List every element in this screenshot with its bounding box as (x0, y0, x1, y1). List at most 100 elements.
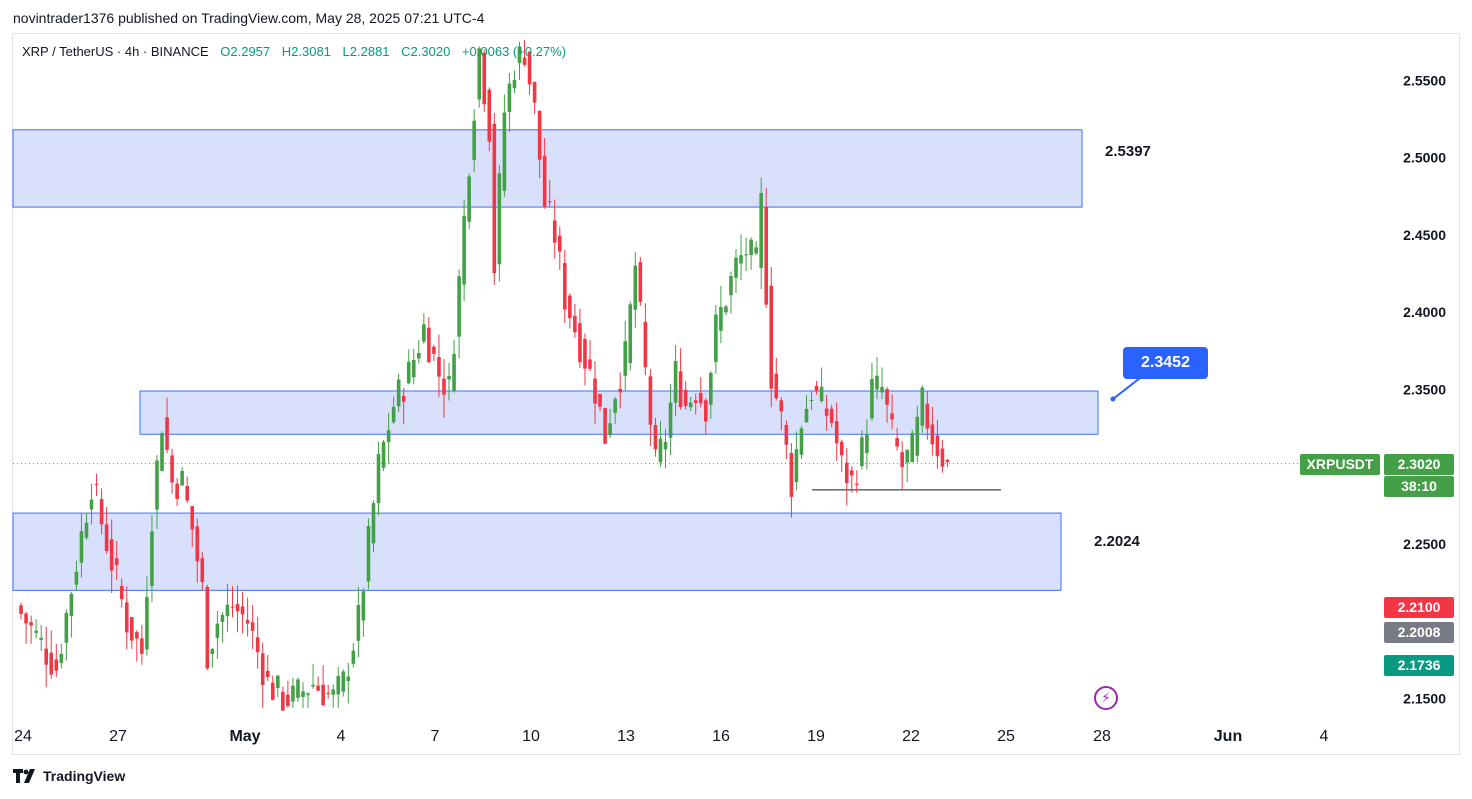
candle-body (703, 400, 708, 422)
candle-body (804, 408, 809, 423)
symbol-legend: XRP / TetherUS · 4h · BINANCE O2.2957 H2… (22, 44, 566, 59)
support-zone (12, 512, 1062, 591)
candle-body (578, 323, 582, 363)
candle-body (270, 682, 275, 700)
candle-body (552, 220, 557, 243)
candle-body (890, 413, 894, 420)
candle-body (698, 393, 703, 404)
candle-body (316, 685, 320, 691)
candle-body (809, 399, 814, 401)
candle-body (109, 539, 114, 571)
y-tick-label: 2.1500 (1403, 691, 1446, 707)
candle-body (472, 120, 476, 160)
candle-body (829, 408, 834, 424)
candle-body (678, 371, 683, 408)
candle-body (633, 265, 638, 310)
candle-body (432, 346, 436, 354)
candle-body (230, 606, 235, 608)
candle-body (104, 524, 109, 551)
y-tick-label: 2.4000 (1403, 304, 1446, 320)
candle-body (74, 571, 79, 585)
candle-body (915, 416, 920, 456)
x-tick-label: 7 (431, 728, 440, 745)
candle-body (145, 597, 149, 650)
candle-body (371, 503, 376, 544)
candle-body (824, 408, 829, 416)
x-tick-label: 4 (1320, 728, 1329, 745)
x-tick-label: 22 (902, 728, 920, 745)
candle-body (29, 622, 33, 626)
candle-body (155, 460, 159, 510)
candle-body (411, 359, 416, 378)
candle-body (834, 421, 839, 444)
candle-body (532, 82, 537, 103)
candle-body (39, 637, 43, 640)
candle-body (850, 470, 854, 476)
candle-body (396, 379, 401, 407)
candle-body (44, 648, 49, 665)
y-tick-label: 2.2500 (1403, 536, 1446, 552)
candle-body (54, 659, 59, 671)
candle-body (160, 433, 164, 472)
candle-body (502, 112, 507, 191)
candle-body (819, 386, 824, 402)
candle-body (99, 498, 104, 525)
candle-body (336, 675, 341, 695)
candle-body (719, 307, 723, 331)
candle-body (180, 470, 184, 486)
flash-icon[interactable]: ⚡ (1094, 686, 1118, 710)
candle-body (386, 430, 391, 443)
level-label-bottom: 2.2024 (1094, 533, 1140, 550)
candle-body (920, 387, 925, 426)
candle-body (593, 378, 597, 404)
candle-body (573, 315, 577, 333)
candle-body (658, 438, 663, 463)
candle-body (351, 650, 356, 664)
candle-body (764, 206, 769, 305)
candle-body (598, 394, 602, 407)
axis-tag-gray: 2.2008 (1384, 622, 1454, 643)
candle-body (119, 585, 124, 600)
x-tick-label: 19 (807, 728, 825, 745)
candlestick-chart[interactable]: 2.5500 2.5000 2.4500 2.4000 2.3500 2.2500 2.15… (0, 0, 1472, 799)
candle-body (170, 455, 174, 483)
candle-body (265, 670, 270, 677)
high-value: H2.3081 (281, 44, 331, 59)
candle-body (114, 558, 119, 566)
candle-body (321, 684, 325, 706)
candle-body (547, 201, 552, 203)
tradingview-logo[interactable]: TradingView (13, 768, 125, 784)
candle-body (260, 653, 265, 685)
candle-body (457, 276, 461, 337)
candle-body (281, 691, 285, 711)
candle-body (235, 603, 240, 612)
candle-body (895, 438, 899, 447)
open-value: O2.2957 (220, 44, 271, 59)
candle-body (930, 424, 935, 445)
candle-body (568, 295, 572, 319)
candle-body (276, 675, 280, 689)
candle-body (250, 622, 255, 631)
candle-body (799, 428, 804, 455)
candle-body (34, 630, 38, 633)
candle-body (663, 441, 668, 450)
candle-body (512, 80, 517, 89)
candle-body (124, 602, 129, 633)
candle-body (427, 327, 431, 363)
candle-body (925, 403, 930, 429)
candle-body (603, 408, 607, 444)
candle-body (79, 531, 84, 563)
price-callout[interactable]: 2.3452 (1123, 347, 1208, 379)
candle-body (855, 483, 859, 486)
candle-body (739, 255, 743, 264)
candle-body (165, 417, 169, 450)
candle-body (240, 606, 245, 615)
level-label-top: 2.5397 (1105, 143, 1151, 160)
resistance-zone (12, 129, 1083, 208)
candle-body (749, 239, 753, 255)
candle-body (69, 593, 74, 617)
candle-body (875, 375, 879, 390)
candle-body (462, 215, 466, 285)
candle-body (542, 155, 547, 207)
candle-body (190, 506, 195, 530)
